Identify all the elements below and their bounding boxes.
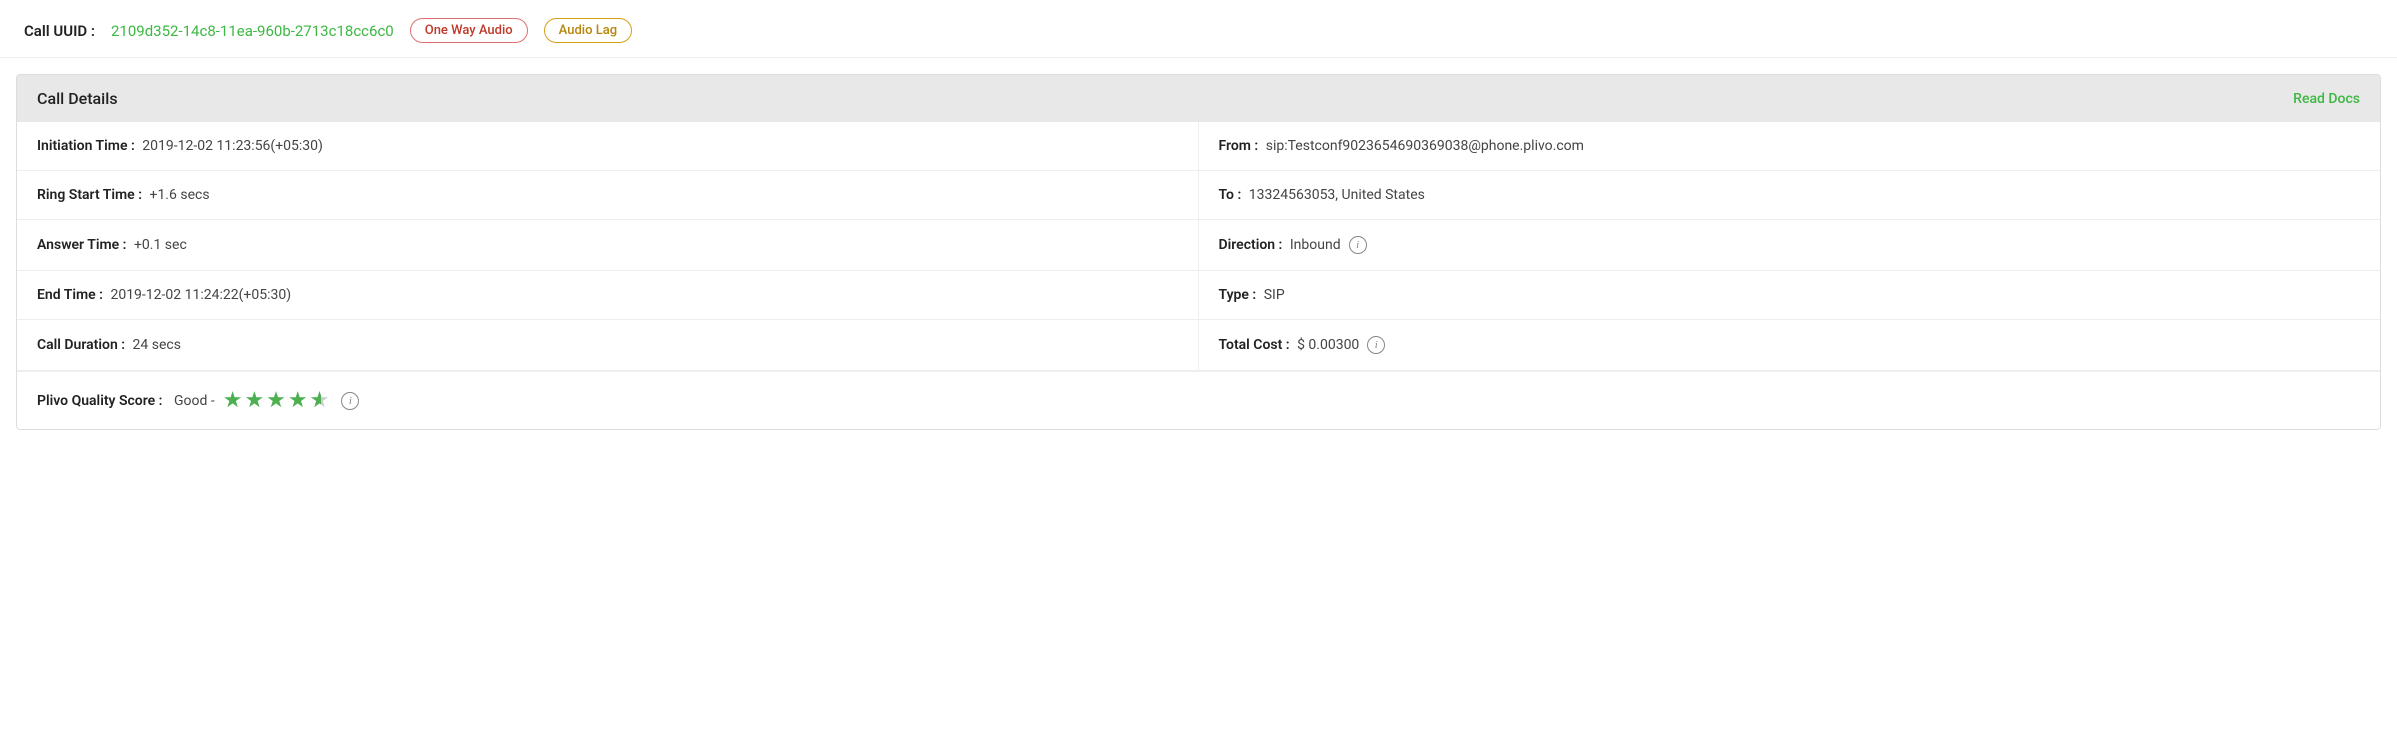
top-header: Call UUID : 2109d352-14c8-11ea-960b-2713… bbox=[0, 0, 2397, 58]
ring-start-time-label: Ring Start Time : bbox=[37, 187, 142, 203]
direction-info-icon[interactable]: i bbox=[1349, 236, 1367, 254]
answer-time-value: +0.1 sec bbox=[130, 237, 186, 253]
read-docs-link[interactable]: Read Docs bbox=[2293, 91, 2360, 107]
type-cell: Type : SIP bbox=[1199, 271, 2381, 319]
total-cost-info-icon[interactable]: i bbox=[1367, 336, 1385, 354]
star-5-partial: ★★ bbox=[310, 388, 330, 413]
detail-row-ring: Ring Start Time : +1.6 secs To : 1332456… bbox=[17, 171, 2380, 220]
detail-row-initiation: Initiation Time : 2019-12-02 11:23:56(+0… bbox=[17, 122, 2380, 171]
stars-container: ★ ★ ★ ★ ★★ bbox=[223, 388, 330, 413]
type-label: Type : bbox=[1219, 287, 1257, 303]
detail-row-answer: Answer Time : +0.1 sec Direction : Inbou… bbox=[17, 220, 2380, 271]
quality-score-label: Plivo Quality Score : bbox=[37, 393, 162, 409]
type-value: SIP bbox=[1260, 287, 1284, 303]
total-cost-cell: Total Cost : $ 0.00300 i bbox=[1199, 320, 2381, 370]
audio-lag-badge[interactable]: Audio Lag bbox=[544, 18, 632, 43]
star-4: ★ bbox=[288, 388, 308, 413]
ring-start-time-cell: Ring Start Time : +1.6 secs bbox=[17, 171, 1199, 219]
detail-row-duration: Call Duration : 24 secs Total Cost : $ 0… bbox=[17, 320, 2380, 371]
call-duration-value: 24 secs bbox=[129, 337, 181, 353]
total-cost-label: Total Cost : bbox=[1219, 337, 1290, 353]
call-duration-label: Call Duration : bbox=[37, 337, 125, 353]
end-time-cell: End Time : 2019-12-02 11:24:22(+05:30) bbox=[17, 271, 1199, 319]
initiation-time-value: 2019-12-02 11:23:56(+05:30) bbox=[139, 138, 323, 154]
star-3: ★ bbox=[266, 388, 286, 413]
answer-time-label: Answer Time : bbox=[37, 237, 126, 253]
to-cell: To : 13324563053, United States bbox=[1199, 171, 2381, 219]
card-header: Call Details Read Docs bbox=[17, 75, 2380, 122]
direction-value: Inbound bbox=[1286, 237, 1340, 253]
from-cell: From : sip:Testconf9023654690369038@phon… bbox=[1199, 122, 2381, 170]
call-details-card: Call Details Read Docs Initiation Time :… bbox=[16, 74, 2381, 430]
star-1: ★ bbox=[223, 388, 243, 413]
answer-time-cell: Answer Time : +0.1 sec bbox=[17, 220, 1199, 270]
call-uuid-value: 2109d352-14c8-11ea-960b-2713c18cc6c0 bbox=[111, 22, 394, 40]
total-cost-value: $ 0.00300 bbox=[1294, 337, 1360, 353]
initiation-time-label: Initiation Time : bbox=[37, 138, 135, 154]
to-label: To : bbox=[1219, 187, 1242, 203]
detail-row-end: End Time : 2019-12-02 11:24:22(+05:30) T… bbox=[17, 271, 2380, 320]
direction-cell: Direction : Inbound i bbox=[1199, 220, 2381, 270]
ring-start-time-value: +1.6 secs bbox=[146, 187, 210, 203]
to-value: 13324563053, United States bbox=[1245, 187, 1425, 203]
one-way-audio-badge[interactable]: One Way Audio bbox=[410, 18, 528, 43]
direction-label: Direction : bbox=[1219, 237, 1283, 253]
card-body: Initiation Time : 2019-12-02 11:23:56(+0… bbox=[17, 122, 2380, 429]
end-time-label: End Time : bbox=[37, 287, 103, 303]
quality-score-row: Plivo Quality Score : Good - ★ ★ ★ ★ ★★ … bbox=[17, 371, 2380, 429]
star-2: ★ bbox=[244, 388, 264, 413]
call-uuid-label: Call UUID : bbox=[24, 22, 95, 40]
card-title: Call Details bbox=[37, 89, 118, 108]
quality-score-info-icon[interactable]: i bbox=[341, 392, 359, 410]
from-label: From : bbox=[1219, 138, 1259, 154]
initiation-time-cell: Initiation Time : 2019-12-02 11:23:56(+0… bbox=[17, 122, 1199, 170]
from-value: sip:Testconf9023654690369038@phone.plivo… bbox=[1262, 138, 1584, 154]
call-duration-cell: Call Duration : 24 secs bbox=[17, 320, 1199, 370]
quality-score-text: Good - bbox=[170, 393, 214, 409]
end-time-value: 2019-12-02 11:24:22(+05:30) bbox=[107, 287, 291, 303]
